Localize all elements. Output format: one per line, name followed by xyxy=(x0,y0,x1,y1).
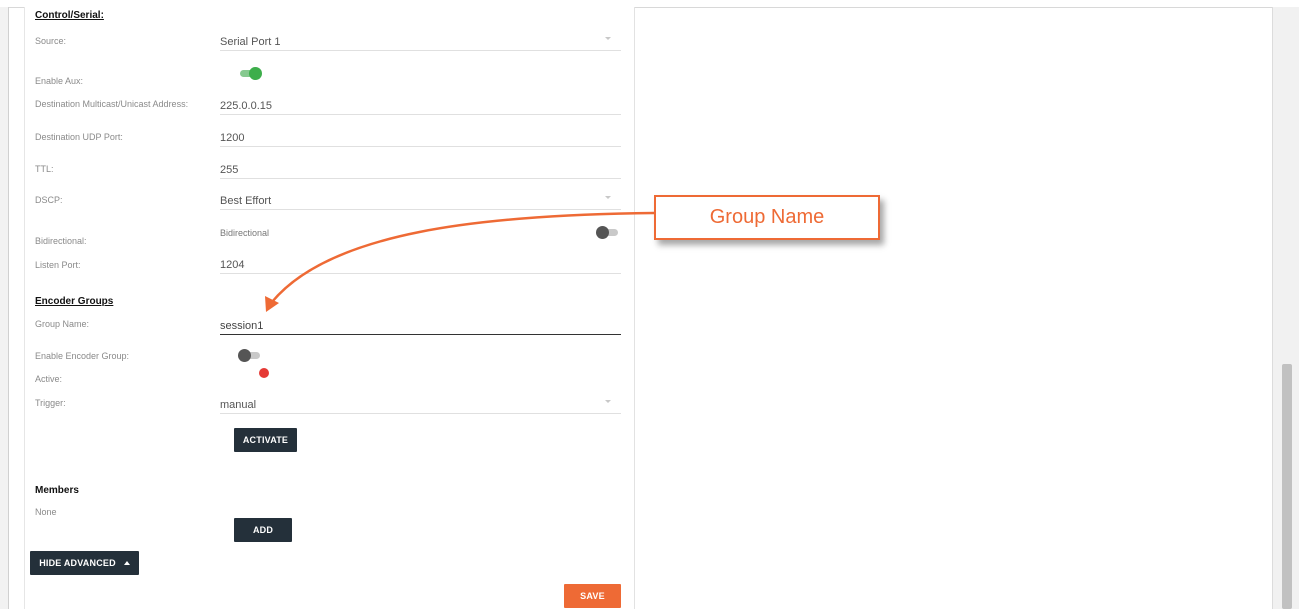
group-name-callout: Group Name xyxy=(654,195,880,240)
annotation-arrow xyxy=(265,211,655,312)
